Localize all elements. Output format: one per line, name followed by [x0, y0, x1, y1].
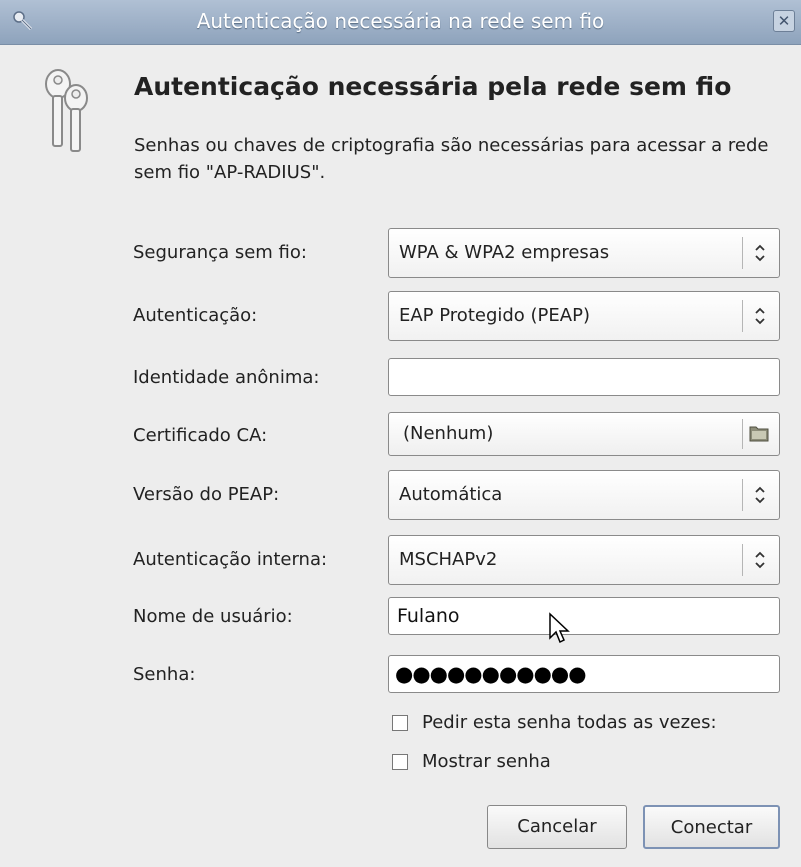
up-down-arrows-icon: [755, 307, 765, 325]
combo-separator: [742, 300, 743, 332]
title-bar[interactable]: Autenticação necessária na rede sem fio …: [0, 0, 801, 45]
dialog-heading: Autenticação necessária pela rede sem fi…: [134, 72, 732, 101]
username-field[interactable]: Fulano: [388, 597, 780, 635]
ca-certificate-value: (Nenhum): [403, 423, 494, 444]
username-value: Fulano: [397, 605, 460, 627]
show-password-checkbox[interactable]: [392, 754, 408, 770]
combo-separator: [742, 237, 743, 269]
show-password-label: Mostrar senha: [422, 751, 551, 772]
combo-separator: [742, 479, 743, 511]
ca-certificate-chooser[interactable]: (Nenhum): [388, 412, 780, 456]
close-button[interactable]: ✕: [773, 10, 795, 32]
window-title: Autenticação necessária na rede sem fio: [196, 9, 605, 33]
inner-auth-value: MSCHAPv2: [399, 549, 498, 570]
keys-icon: [45, 69, 88, 152]
password-field[interactable]: ●●●●●●●●●●●: [388, 655, 780, 693]
authentication-value: EAP Protegido (PEAP): [399, 305, 590, 326]
authentication-label: Autenticação:: [133, 305, 258, 326]
security-value: WPA & WPA2 empresas: [399, 242, 610, 263]
mouse-pointer-icon: [549, 612, 570, 644]
dialog-description: Senhas ou chaves de criptografia são nec…: [134, 135, 769, 183]
up-down-arrows-icon: [755, 551, 765, 569]
anonymous-identity-label: Identidade anônima:: [133, 367, 320, 388]
connect-button[interactable]: Conectar: [643, 805, 780, 849]
wireless-auth-dialog: Autenticação necessária na rede sem fio …: [0, 0, 801, 867]
up-down-arrows-icon: [755, 486, 765, 504]
ask-always-label: Pedir esta senha todas as vezes:: [422, 712, 717, 733]
security-label: Segurança sem fio:: [133, 242, 307, 263]
combo-separator: [742, 544, 743, 576]
username-label: Nome de usuário:: [133, 606, 293, 627]
password-label: Senha:: [133, 664, 196, 685]
security-combo[interactable]: WPA & WPA2 empresas: [388, 228, 780, 278]
ask-always-checkbox[interactable]: [392, 715, 408, 731]
cancel-button[interactable]: Cancelar: [487, 805, 627, 849]
inner-auth-label: Autenticação interna:: [133, 549, 328, 570]
chooser-separator: [742, 419, 743, 449]
authentication-combo[interactable]: EAP Protegido (PEAP): [388, 291, 780, 341]
password-mask: ●●●●●●●●●●●: [395, 662, 587, 686]
folder-icon: [749, 426, 769, 442]
peap-version-combo[interactable]: Automática: [388, 470, 780, 520]
up-down-arrows-icon: [755, 244, 765, 262]
close-icon: ✕: [777, 12, 791, 30]
peap-version-label: Versão do PEAP:: [133, 484, 280, 505]
peap-version-value: Automática: [399, 484, 503, 505]
ca-certificate-label: Certificado CA:: [133, 425, 268, 446]
anonymous-identity-field[interactable]: [388, 358, 780, 396]
inner-auth-combo[interactable]: MSCHAPv2: [388, 535, 780, 585]
